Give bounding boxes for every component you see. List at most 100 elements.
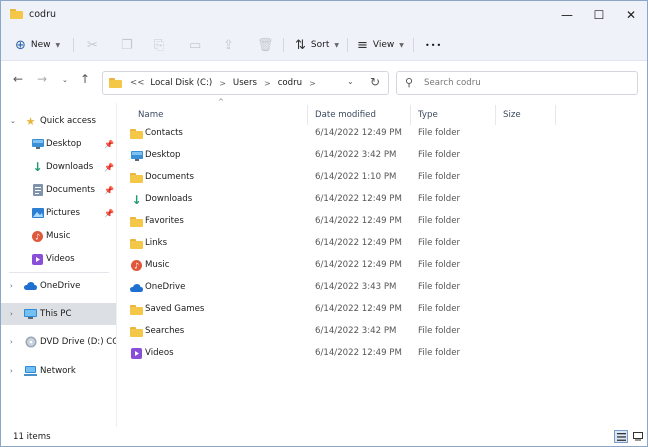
- new-button[interactable]: ⊕ New ▼: [15, 34, 60, 56]
- column-header-date[interactable]: Date modified: [315, 107, 376, 123]
- column-divider[interactable]: [410, 105, 411, 125]
- nav-item-downloads[interactable]: ↓ Downloads 📌: [1, 156, 116, 178]
- table-row[interactable]: Videos 6/14/2022 12:49 PM File folder: [118, 343, 647, 365]
- column-header-size[interactable]: Size: [503, 107, 521, 123]
- status-bar: 11 items: [1, 427, 647, 446]
- forward-button[interactable]: →: [37, 73, 47, 85]
- music-icon: ♪: [130, 260, 143, 271]
- file-name: Downloads: [145, 194, 193, 204]
- details-view-button[interactable]: [614, 430, 628, 443]
- svg-text:♪: ♪: [134, 262, 139, 271]
- chevron-down-icon: ▼: [334, 41, 339, 49]
- toolbar-divider: [413, 38, 414, 52]
- nav-divider: [9, 272, 109, 273]
- title-bar: codru — ☐ ✕: [1, 1, 647, 29]
- table-row[interactable]: ↓ Downloads 6/14/2022 12:49 PM File fold…: [118, 189, 647, 211]
- file-date: 6/14/2022 12:49 PM: [315, 194, 402, 204]
- file-name: Documents: [145, 172, 194, 182]
- chevron-right-icon[interactable]: ›: [10, 282, 13, 290]
- toolbar-divider: [347, 38, 348, 52]
- file-date: 6/14/2022 3:42 PM: [315, 326, 397, 336]
- nav-item-videos[interactable]: Videos: [1, 248, 116, 270]
- more-options-button[interactable]: •••: [425, 34, 442, 56]
- search-box[interactable]: ⚲ Search codru: [396, 71, 638, 95]
- column-divider[interactable]: [307, 105, 308, 125]
- nav-item-onedrive[interactable]: › OneDrive: [1, 275, 116, 297]
- file-date: 6/14/2022 3:42 PM: [315, 150, 397, 160]
- column-header-type[interactable]: Type: [418, 107, 438, 123]
- view-label: View: [372, 40, 395, 50]
- searches-folder-icon: [130, 326, 143, 337]
- saved-games-folder-icon: [130, 304, 143, 315]
- nav-item-documents[interactable]: Documents 📌: [1, 179, 116, 201]
- pin-icon[interactable]: 📌: [104, 163, 114, 172]
- minimize-button[interactable]: —: [551, 1, 583, 29]
- table-row[interactable]: Searches 6/14/2022 3:42 PM File folder: [118, 321, 647, 343]
- downloads-icon: ↓: [131, 192, 142, 207]
- nav-item-pictures[interactable]: Pictures 📌: [1, 202, 116, 224]
- address-dropdown-icon[interactable]: ⌄: [347, 77, 354, 86]
- pin-icon[interactable]: 📌: [104, 186, 114, 195]
- delete-button[interactable]: 🗑: [257, 34, 279, 56]
- onedrive-icon: [24, 281, 37, 292]
- chevron-down-icon[interactable]: ⌄: [10, 117, 16, 125]
- breadcrumb-overflow[interactable]: <<: [130, 78, 144, 88]
- table-row[interactable]: Links 6/14/2022 12:49 PM File folder: [118, 233, 647, 255]
- column-divider[interactable]: [495, 105, 496, 125]
- table-row[interactable]: Favorites 6/14/2022 12:49 PM File folder: [118, 211, 647, 233]
- nav-label: Desktop: [46, 139, 82, 149]
- nav-item-this-pc[interactable]: › This PC: [1, 303, 116, 325]
- column-divider[interactable]: [555, 105, 556, 125]
- nav-label: Network: [40, 366, 76, 376]
- view-button[interactable]: ≡ View ▼: [357, 34, 404, 56]
- desktop-icon: [130, 150, 143, 161]
- pin-icon[interactable]: 📌: [104, 140, 114, 149]
- file-name: Searches: [145, 326, 185, 336]
- breadcrumb-users[interactable]: Users: [233, 78, 257, 88]
- nav-item-desktop[interactable]: Desktop 📌: [1, 133, 116, 155]
- share-button[interactable]: ⇪: [223, 34, 239, 56]
- onedrive-icon: [130, 282, 143, 293]
- nav-item-dvd-drive[interactable]: › DVD Drive (D:) CCCOMA: [1, 331, 116, 353]
- breadcrumb-local-disk[interactable]: Local Disk (C:): [150, 78, 212, 88]
- maximize-button[interactable]: ☐: [583, 1, 615, 29]
- large-icons-view-button[interactable]: [631, 430, 645, 443]
- chevron-right-icon[interactable]: ›: [10, 310, 13, 318]
- nav-label: Quick access: [40, 116, 96, 126]
- pin-icon[interactable]: 📌: [104, 209, 114, 218]
- recent-locations-button[interactable]: ⌄: [62, 77, 68, 84]
- cut-button[interactable]: ✂: [87, 34, 103, 56]
- column-header-name[interactable]: Name: [138, 107, 163, 123]
- table-row[interactable]: Documents 6/14/2022 1:10 PM File folder: [118, 167, 647, 189]
- rename-button[interactable]: ▭: [189, 34, 206, 56]
- table-row[interactable]: ♪ Music 6/14/2022 12:49 PM File folder: [118, 255, 647, 277]
- file-date: 6/14/2022 12:49 PM: [315, 128, 402, 138]
- file-type: File folder: [418, 216, 461, 226]
- paste-button[interactable]: ⎘: [154, 34, 169, 56]
- table-row[interactable]: Saved Games 6/14/2022 12:49 PM File fold…: [118, 299, 647, 321]
- sort-button[interactable]: ⇅ Sort ▼: [295, 34, 339, 56]
- chevron-right-icon: >: [263, 78, 271, 88]
- file-date: 6/14/2022 3:43 PM: [315, 282, 397, 292]
- chevron-right-icon[interactable]: ›: [10, 367, 13, 375]
- videos-icon: [31, 253, 44, 265]
- address-bar[interactable]: << Local Disk (C:) > Users > codru > ⌄ ↻: [102, 71, 389, 95]
- nav-item-quick-access[interactable]: ⌄ ★ Quick access: [1, 110, 116, 132]
- copy-button[interactable]: ❐: [121, 34, 138, 56]
- nav-item-network[interactable]: › Network: [1, 360, 116, 382]
- table-row[interactable]: OneDrive 6/14/2022 3:43 PM File folder: [118, 277, 647, 299]
- file-type: File folder: [418, 326, 461, 336]
- up-button[interactable]: ↑: [80, 73, 90, 85]
- maximize-icon: ☐: [593, 8, 605, 22]
- table-row[interactable]: Contacts 6/14/2022 12:49 PM File folder: [118, 123, 647, 145]
- chevron-right-icon[interactable]: ›: [10, 338, 13, 346]
- close-button[interactable]: ✕: [615, 1, 647, 29]
- chevron-right-icon[interactable]: >: [309, 79, 316, 88]
- table-row[interactable]: Desktop 6/14/2022 3:42 PM File folder: [118, 145, 647, 167]
- refresh-icon[interactable]: ↻: [370, 75, 380, 89]
- search-input[interactable]: Search codru: [424, 78, 481, 88]
- back-button[interactable]: ←: [13, 73, 23, 85]
- chevron-down-icon: ⌄: [62, 76, 68, 84]
- nav-item-music[interactable]: ♪ Music: [1, 225, 116, 247]
- breadcrumb-codru[interactable]: codru: [278, 78, 302, 88]
